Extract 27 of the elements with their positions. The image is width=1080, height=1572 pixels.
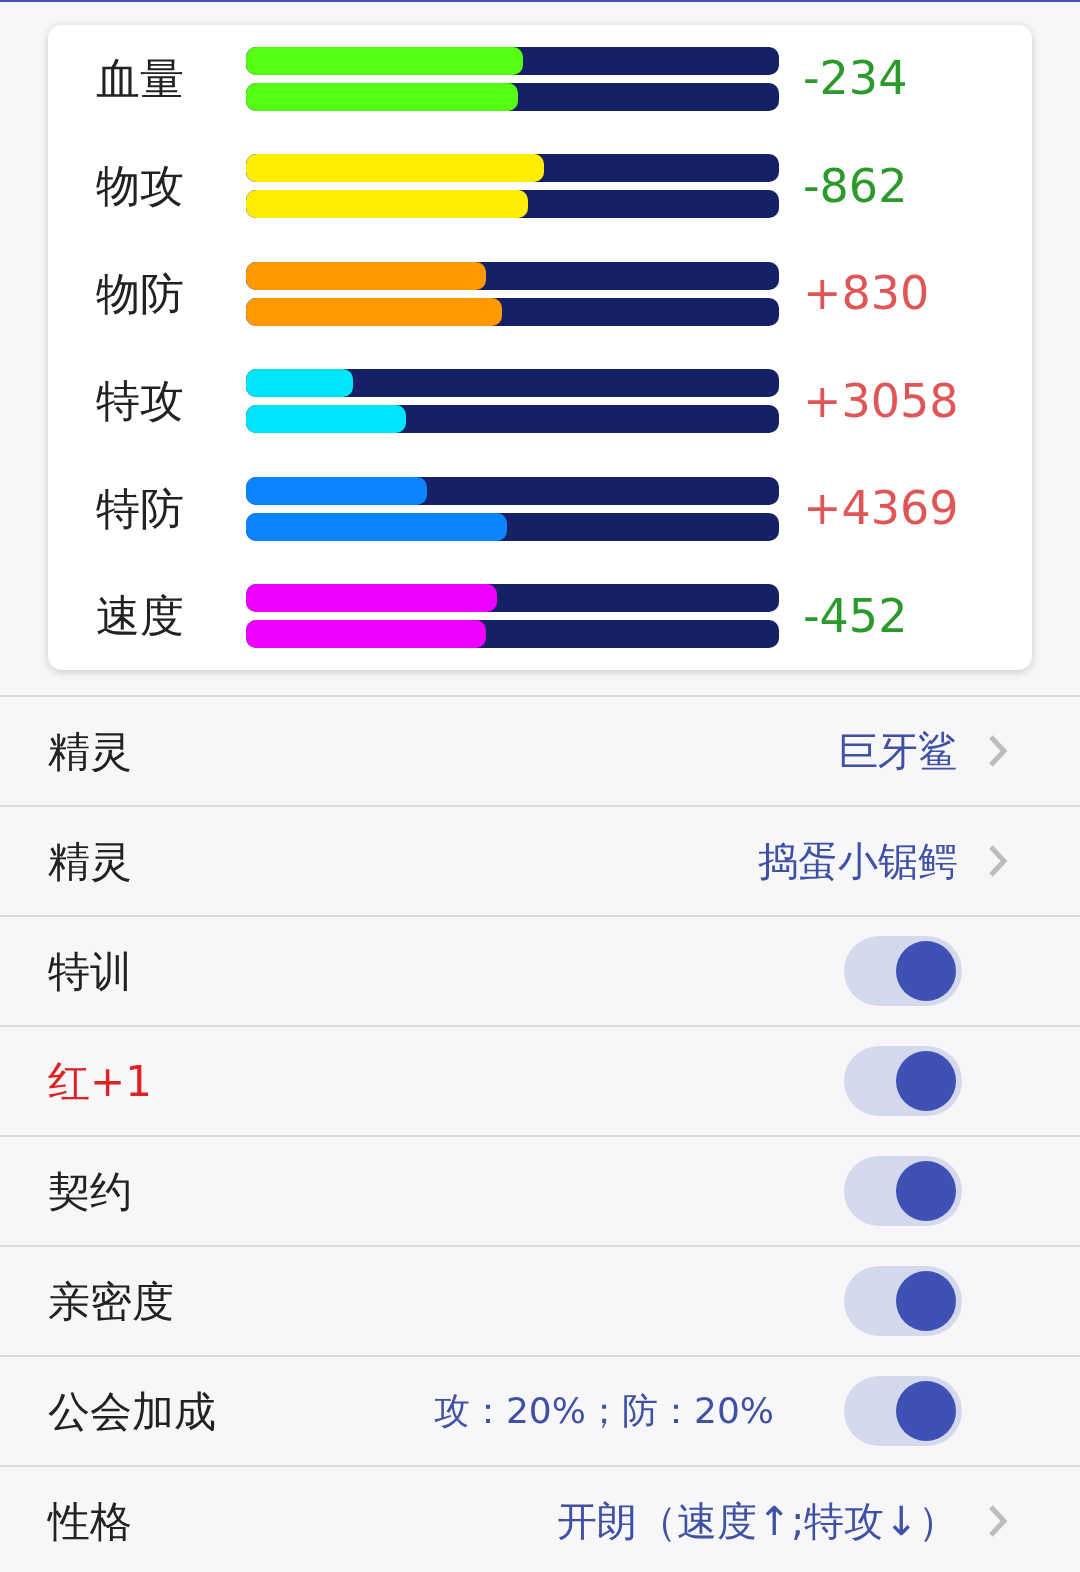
stat-change: +3058 xyxy=(803,372,959,430)
setting-value[interactable]: 巨牙鲨 xyxy=(838,721,958,781)
chevron-right-icon xyxy=(988,734,1008,768)
stat-label: 特防 xyxy=(96,481,185,536)
stat-label: 速度 xyxy=(96,589,185,644)
stat-change: -452 xyxy=(803,587,908,645)
stat-label: 物防 xyxy=(96,266,185,321)
setting-label: 精灵 xyxy=(48,725,132,778)
stat-change: -234 xyxy=(803,50,908,108)
setting-value[interactable]: 开朗（速度↑;特攻↓） xyxy=(557,1491,958,1551)
setting-label: 公会加成 xyxy=(48,1385,216,1438)
setting-label: 精灵 xyxy=(48,835,132,888)
setting-label: 亲密度 xyxy=(48,1275,174,1328)
stat-change: +4369 xyxy=(803,480,959,538)
chevron-right-icon xyxy=(988,1504,1008,1538)
stat-change: +830 xyxy=(803,265,930,323)
setting-value[interactable]: 捣蛋小锯鳄 xyxy=(758,831,958,891)
setting-label: 特训 xyxy=(48,945,132,998)
chevron-right-icon xyxy=(988,844,1008,878)
setting-label: 性格 xyxy=(48,1495,132,1548)
stat-change: -862 xyxy=(803,157,908,215)
stat-label: 特攻 xyxy=(96,374,185,429)
setting-label: 红+1 xyxy=(48,1055,152,1108)
setting-label: 契约 xyxy=(48,1165,132,1218)
setting-value: 攻：20%；防：20% xyxy=(433,1389,774,1433)
stat-label: 血量 xyxy=(96,51,185,106)
stat-label: 物攻 xyxy=(96,159,185,214)
